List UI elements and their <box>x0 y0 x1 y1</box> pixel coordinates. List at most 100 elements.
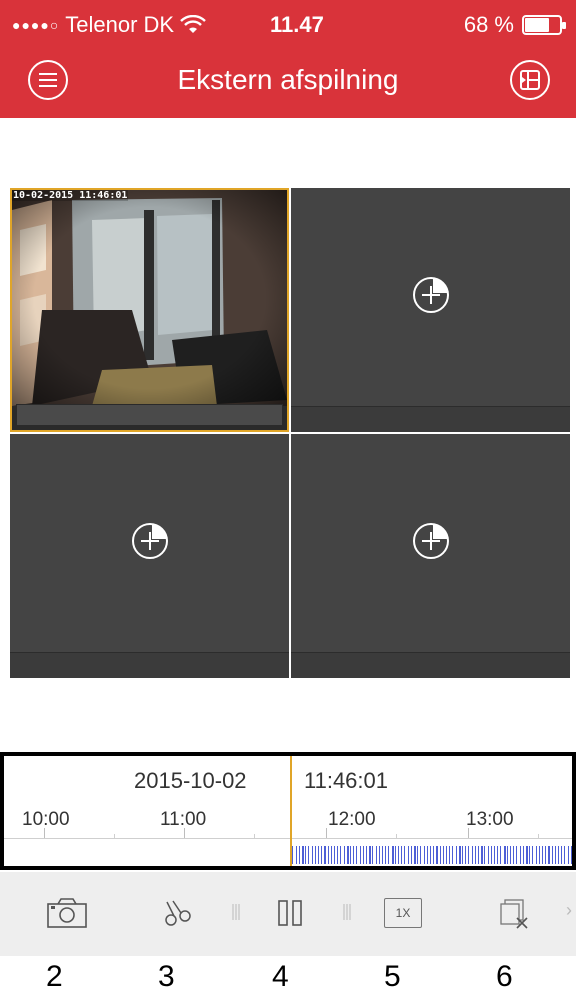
close-window-button[interactable] <box>494 894 534 932</box>
playback-timeline[interactable]: 2015-10-02 11:46:01 10:00 11:00 12:00 13… <box>0 752 576 870</box>
recording-bar <box>331 846 332 864</box>
recording-bar <box>526 846 528 864</box>
recording-bar <box>465 846 466 864</box>
recording-bar <box>292 846 293 864</box>
camera-image <box>12 190 287 406</box>
recording-bar <box>443 846 444 864</box>
recording-bar <box>440 846 441 864</box>
recording-bar <box>404 846 405 864</box>
recording-bar <box>321 846 322 864</box>
recording-bar <box>545 846 546 864</box>
recording-bar <box>411 846 412 864</box>
separator-icon <box>343 904 351 920</box>
add-camera-icon[interactable] <box>411 275 451 315</box>
recording-bars <box>292 846 575 864</box>
recording-bar <box>296 846 297 864</box>
recording-bar <box>318 846 319 864</box>
camera-grid: 10-02-2015 11:46:01 <box>10 188 572 678</box>
recording-bar <box>299 846 300 864</box>
recording-bar <box>308 846 309 864</box>
recording-bar <box>302 846 304 864</box>
recording-bar <box>305 846 306 864</box>
recording-bar <box>574 846 575 864</box>
recording-bar <box>510 846 511 864</box>
recording-bar <box>555 846 556 864</box>
timeline-tick <box>184 828 185 838</box>
timeline-tick <box>538 834 539 838</box>
recording-bar <box>363 846 364 864</box>
timeline-tick <box>326 828 327 838</box>
camera-tile-2[interactable] <box>291 188 570 432</box>
camera-tile-4[interactable] <box>291 434 570 678</box>
recording-bar <box>571 846 572 864</box>
pause-button[interactable] <box>270 894 310 932</box>
camera-tile-1[interactable]: 10-02-2015 11:46:01 <box>10 188 289 432</box>
speed-label: 1X <box>384 898 422 928</box>
timeline-label: 12:00 <box>328 809 376 830</box>
recording-bar <box>382 846 383 864</box>
recording-bar <box>500 846 501 864</box>
recording-bar <box>414 846 416 864</box>
app-header: ●●●●○ Telenor DK 11.47 68 % Ekstern afsp… <box>0 0 576 118</box>
recording-bar <box>366 846 367 864</box>
camera-tile-bar <box>16 404 283 426</box>
recording-bar <box>385 846 386 864</box>
recording-bar <box>494 846 495 864</box>
recording-bar <box>520 846 521 864</box>
timeline-tick <box>254 834 255 838</box>
callout-number: 3 <box>158 960 175 993</box>
signal-strength: ●●●●○ <box>12 17 60 33</box>
split-layout-icon <box>520 70 540 90</box>
clip-button[interactable] <box>158 894 198 932</box>
camera-tile-bar <box>10 652 289 678</box>
speed-button[interactable]: 1X <box>380 894 426 932</box>
timeline-label: 10:00 <box>22 809 70 830</box>
recording-bar <box>446 846 447 864</box>
recording-bar <box>356 846 357 864</box>
recording-bar <box>328 846 329 864</box>
close-window-icon <box>500 899 528 929</box>
recording-bar <box>564 846 565 864</box>
recording-bar <box>369 846 371 864</box>
recording-bar <box>497 846 498 864</box>
snapshot-button[interactable] <box>44 894 90 932</box>
camera-tile-3[interactable] <box>10 434 289 678</box>
timeline-time: 11:46:01 <box>304 768 389 793</box>
wifi-icon <box>180 15 206 33</box>
recording-bar <box>459 846 461 864</box>
add-camera-icon[interactable] <box>411 521 451 561</box>
add-camera-icon[interactable] <box>130 521 170 561</box>
recording-bar <box>417 846 418 864</box>
recording-bar <box>548 846 550 864</box>
recording-bar <box>312 846 313 864</box>
recording-bar <box>424 846 425 864</box>
recording-bar <box>449 846 450 864</box>
timeline-axis <box>4 838 572 839</box>
recording-bar <box>337 846 338 864</box>
recording-bar <box>398 846 399 864</box>
recording-bar <box>408 846 409 864</box>
recording-bar <box>568 846 569 864</box>
recording-bar <box>376 846 377 864</box>
camera-tile-bar <box>291 652 570 678</box>
timeline-cursor[interactable] <box>290 756 292 866</box>
recording-bar <box>491 846 492 864</box>
callout-number: 2 <box>46 960 63 993</box>
recording-bar <box>427 846 428 864</box>
camera-timestamp: 10-02-2015 11:46:01 <box>12 190 129 201</box>
recording-bar <box>347 846 349 864</box>
scissors-icon <box>165 900 191 926</box>
recording-bar <box>436 846 438 864</box>
recording-bar <box>456 846 457 864</box>
timeline-tick <box>396 834 397 838</box>
battery-icon <box>522 15 566 35</box>
recording-bar <box>516 846 517 864</box>
recording-bar <box>360 846 361 864</box>
recording-bar <box>379 846 380 864</box>
recording-bar <box>433 846 434 864</box>
recording-bar <box>452 846 453 864</box>
recording-bar <box>353 846 354 864</box>
chevron-right-icon[interactable]: › <box>566 900 572 921</box>
layout-button[interactable] <box>510 60 550 100</box>
recording-bar <box>462 846 463 864</box>
